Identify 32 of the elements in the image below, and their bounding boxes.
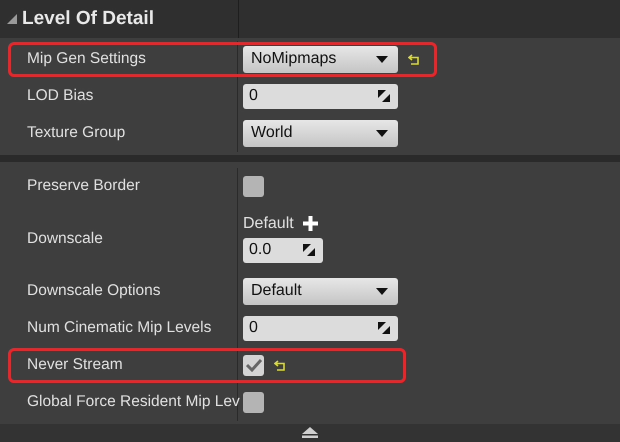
dropdown[interactable]: World — [243, 120, 398, 147]
section-title: Level Of Detail — [22, 8, 154, 30]
property-label: Num Cinematic Mip Levels — [27, 319, 212, 338]
checkbox[interactable] — [243, 392, 264, 413]
reset-arrow-icon[interactable] — [408, 54, 420, 65]
caret-icon — [376, 56, 388, 63]
dropdown[interactable]: NoMipmaps — [243, 46, 398, 73]
property-label: Global Force Resident Mip Lev — [27, 393, 240, 412]
property-label: Downscale — [27, 230, 103, 248]
property-label: Texture Group — [27, 124, 126, 142]
caret-icon — [376, 130, 388, 137]
section-header[interactable]: Level Of Detail — [0, 0, 620, 38]
caret-icon — [376, 288, 388, 295]
number-field[interactable]: 0 — [243, 84, 398, 109]
property-label: Mip Gen Settings — [27, 50, 146, 68]
property-label: LOD Bias — [27, 87, 94, 106]
property-label: Preserve Border — [27, 177, 140, 196]
platform-label: Default — [243, 214, 294, 233]
eject-icon[interactable] — [302, 427, 318, 438]
dropdown[interactable]: Default — [243, 278, 398, 305]
drag-handle-icon — [378, 322, 390, 334]
number-field[interactable]: 0.0 — [243, 238, 323, 263]
checkbox[interactable] — [243, 354, 264, 376]
number-field[interactable]: 0 — [243, 316, 398, 341]
drag-handle-icon — [378, 90, 390, 102]
property-label: Downscale Options — [27, 282, 161, 300]
checkbox[interactable] — [243, 176, 264, 197]
property-label: Never Stream — [27, 356, 123, 374]
plus-icon[interactable] — [302, 216, 318, 232]
drag-handle-icon — [303, 244, 315, 256]
collapse-arrow-icon[interactable] — [7, 14, 17, 24]
reset-arrow-icon[interactable] — [274, 360, 286, 371]
